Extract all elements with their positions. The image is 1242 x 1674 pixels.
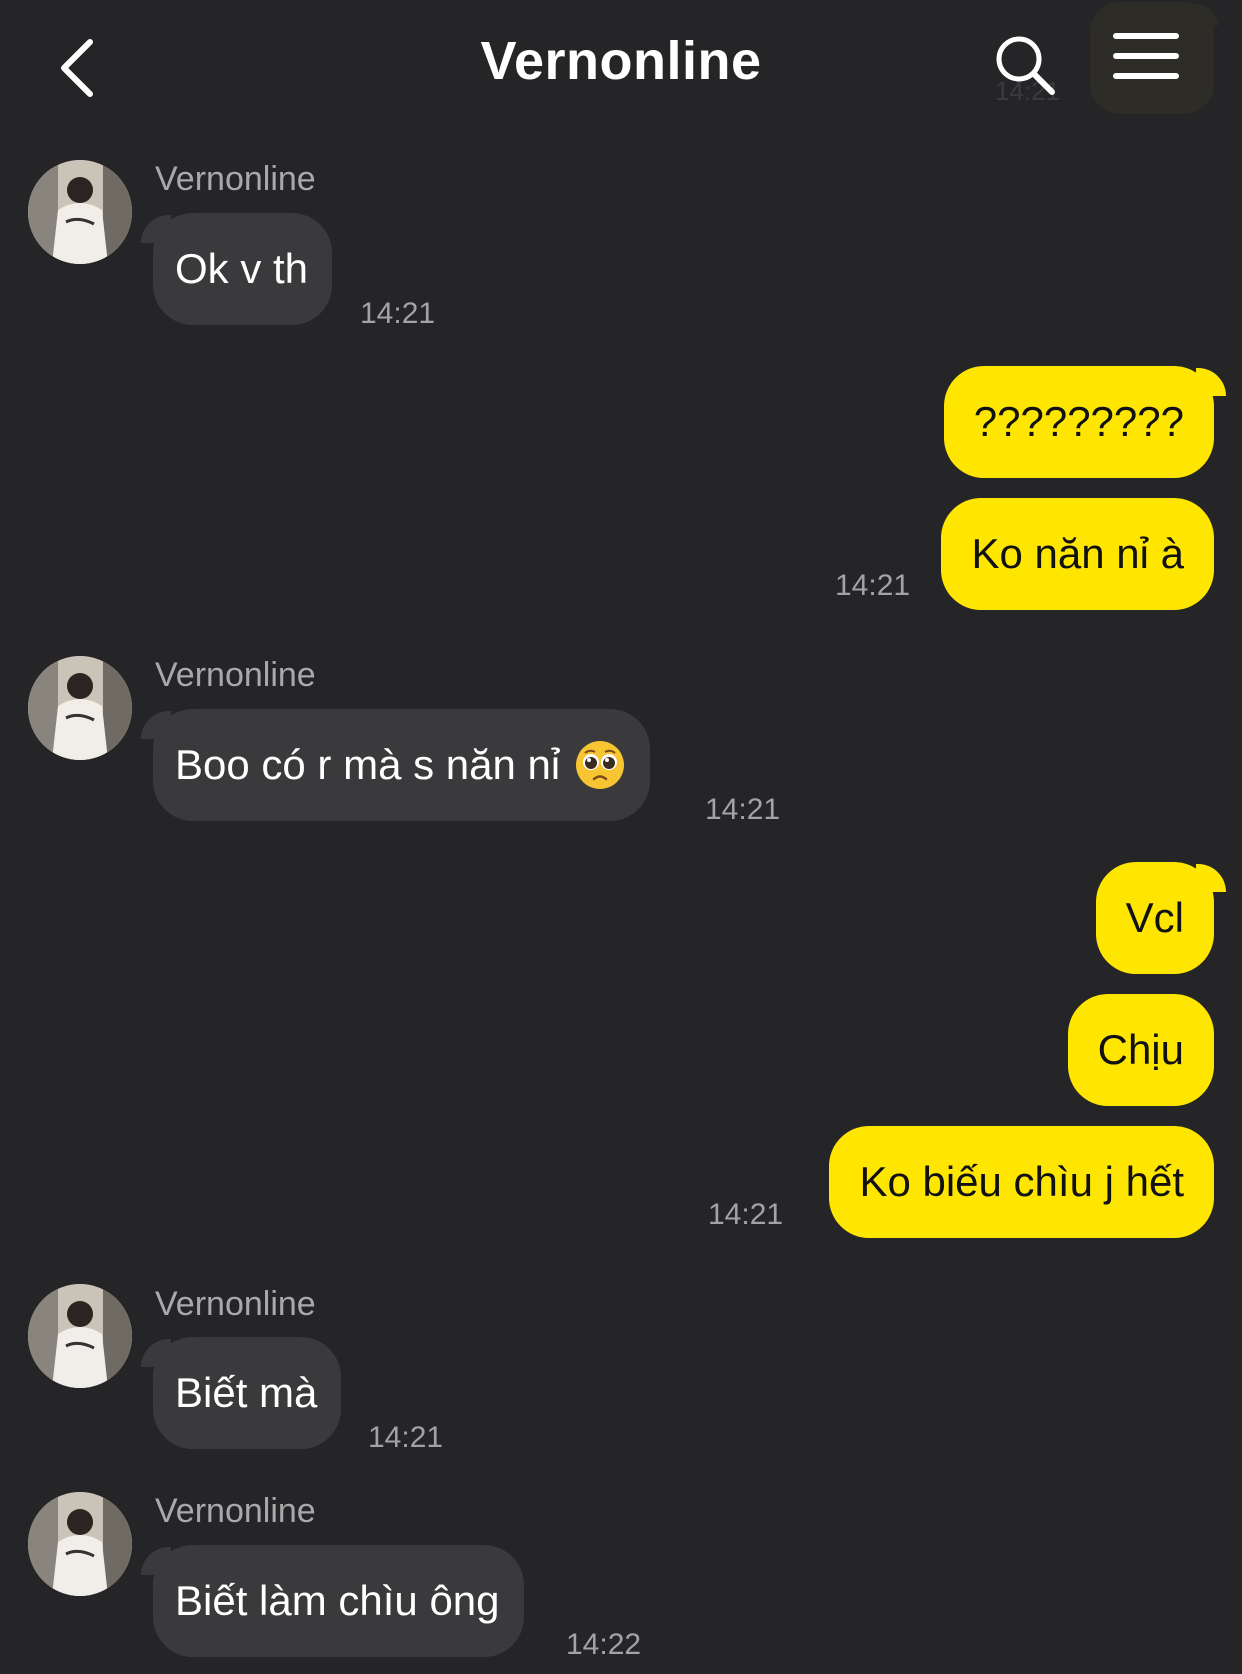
search-button[interactable] xyxy=(990,30,1060,100)
outgoing-message-bubble[interactable]: Chịu xyxy=(1067,994,1214,1106)
sender-name: Vernonline xyxy=(155,656,316,694)
incoming-message-bubble[interactable]: Biết làm chìu ông xyxy=(141,1545,524,1657)
outgoing-message-bubble[interactable]: Ko năn nỉ à xyxy=(941,498,1214,610)
bubble-tail xyxy=(1196,864,1226,892)
outgoing-message-bubble[interactable]: Vcl xyxy=(1095,862,1226,974)
avatar-photo xyxy=(28,656,132,760)
message-text: Ok v th xyxy=(175,245,309,292)
message-text: Vcl xyxy=(1125,894,1184,941)
sender-name: Vernonline xyxy=(155,1492,316,1530)
menu-button-tail xyxy=(1196,4,1218,26)
avatar-photo xyxy=(28,1284,132,1388)
hamburger-menu-icon xyxy=(1113,33,1179,79)
message-text: Biết mà xyxy=(175,1369,318,1416)
bubble-tail xyxy=(141,711,171,739)
bubble-tail xyxy=(141,215,171,243)
message-timestamp: 14:21 xyxy=(835,569,911,602)
message-text: Ko biếu chìu j hết xyxy=(859,1158,1184,1205)
message-text: ????????? xyxy=(973,398,1184,445)
message-timestamp: 14:21 xyxy=(360,297,436,330)
avatar-photo xyxy=(28,1492,132,1596)
bubble-tail xyxy=(1196,368,1226,396)
avatar[interactable] xyxy=(28,656,132,760)
avatar-photo xyxy=(28,160,132,264)
message-timestamp: 14:21 xyxy=(705,793,781,826)
sender-name: Vernonline xyxy=(155,160,316,198)
message-timestamp: 14:21 xyxy=(708,1198,784,1231)
incoming-message-bubble[interactable]: Biết mà xyxy=(141,1337,342,1449)
avatar[interactable] xyxy=(28,1284,132,1388)
message-text: Biết làm chìu ông xyxy=(175,1577,500,1624)
avatar[interactable] xyxy=(28,160,132,264)
bubble-tail xyxy=(141,1339,171,1367)
menu-button[interactable] xyxy=(1090,2,1218,114)
message-timestamp: 14:21 xyxy=(368,1421,444,1454)
back-button[interactable] xyxy=(48,28,128,108)
message-text: Chịu xyxy=(1097,1026,1184,1073)
pleading-face-emoji xyxy=(576,740,625,789)
bubble-tail xyxy=(141,1547,171,1575)
message-timestamp: 14:22 xyxy=(566,1628,642,1661)
outgoing-message-bubble[interactable]: ????????? xyxy=(943,366,1226,478)
chat-header: Vernonline 14:21 xyxy=(0,0,1242,130)
sender-name: Vernonline xyxy=(155,1285,316,1323)
message-text: Boo có r mà s năn nỉ xyxy=(175,741,561,788)
avatar[interactable] xyxy=(28,1492,132,1596)
message-text: Ko năn nỉ à xyxy=(971,530,1184,577)
incoming-message-bubble[interactable]: Boo có r mà s năn nỉ xyxy=(141,709,651,821)
incoming-message-bubble[interactable]: Ok v th xyxy=(141,213,333,325)
chevron-left-icon xyxy=(61,39,93,97)
outgoing-message-bubble[interactable]: Ko biếu chìu j hết xyxy=(829,1126,1214,1238)
search-icon xyxy=(996,36,1055,95)
